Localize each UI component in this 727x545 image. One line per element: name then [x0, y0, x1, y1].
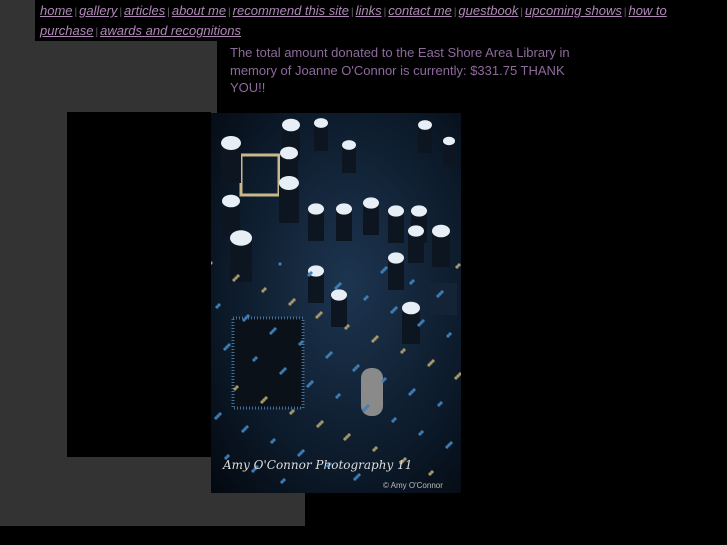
circuit-board-photo: Amy O'Connor Photography 11 © Amy O'Conn… [209, 113, 462, 493]
solder-pad [371, 339, 375, 343]
solder-pad [353, 477, 357, 481]
solder-pad [437, 403, 441, 407]
solder-pad [418, 432, 422, 436]
capacitor-top [388, 252, 404, 264]
nav-separator: | [74, 7, 78, 18]
solder-pad [252, 358, 256, 362]
solder-pad [352, 368, 356, 372]
nav-link-upcoming-shows[interactable]: upcoming shows [525, 3, 622, 18]
solder-pad [289, 411, 293, 415]
solder-pad [306, 384, 310, 388]
solder-pad [335, 395, 339, 399]
capacitor-top [418, 120, 432, 130]
solder-pad [445, 445, 449, 449]
nav-link-about-me[interactable]: about me [172, 3, 226, 18]
solder-pad [362, 408, 366, 412]
capacitor-top [221, 136, 241, 150]
nav-link-gallery[interactable]: gallery [79, 3, 117, 18]
solder-pad [307, 273, 311, 277]
solder-pad [409, 281, 413, 285]
solder-pad [315, 315, 319, 319]
capacitor-top [314, 118, 328, 128]
capacitor-top [222, 194, 240, 208]
capacitor-top [308, 203, 324, 215]
photo-signature: Amy O'Connor Photography 11 [222, 458, 412, 472]
solder-pad [232, 278, 236, 282]
capacitor-top [336, 203, 352, 215]
nav-separator: | [383, 7, 387, 18]
nav-link-articles[interactable]: articles [124, 3, 165, 18]
solder-pad [428, 472, 432, 476]
solder-pad [325, 355, 329, 359]
capacitor-top [432, 224, 450, 238]
capacitor-top [443, 136, 455, 146]
nav-link-links[interactable]: links [356, 3, 382, 18]
nav-link-recommend-this-site[interactable]: recommend this site [233, 3, 349, 18]
capacitor-top [388, 205, 404, 217]
solder-pad [381, 379, 385, 383]
capacitor-top [282, 118, 300, 132]
solder-pad [363, 297, 367, 301]
nav-separator: | [167, 7, 170, 18]
solder-pad [242, 318, 246, 322]
solder-pad [455, 265, 459, 269]
solder-pad [278, 262, 282, 266]
solder-pad [400, 350, 404, 354]
nav-separator: | [350, 7, 354, 18]
solder-pad [269, 331, 273, 335]
solder-pad [343, 437, 347, 441]
solder-pad [261, 289, 265, 293]
solder-pad [334, 286, 338, 290]
capacitor-top [342, 140, 356, 150]
solder-pad [417, 323, 421, 327]
nav-separator: | [623, 7, 627, 18]
solder-pad [241, 429, 245, 433]
solder-pad [298, 342, 302, 346]
solder-pad [391, 419, 395, 423]
capacitor-top [280, 146, 298, 160]
nav-link-home[interactable]: home [40, 3, 73, 18]
solder-pad [408, 392, 412, 396]
capacitor-top [411, 205, 427, 217]
solder-pad [270, 440, 274, 444]
solder-pad [280, 480, 284, 484]
solder-pad [223, 347, 227, 351]
solder-pad [454, 376, 458, 380]
solder-pad [316, 424, 320, 428]
capacitor-top [230, 230, 252, 246]
solder-pad [427, 363, 431, 367]
solder-pad [446, 334, 450, 338]
nav-separator: | [228, 7, 231, 18]
photo-copyright: © Amy O'Connor [383, 481, 443, 490]
solder-pad [288, 302, 292, 306]
solder-pad [380, 270, 384, 274]
capacitor-top [363, 197, 379, 209]
main-nav: home | gallery | articles | about me | recommend… [35, 0, 727, 41]
nav-separator: | [520, 7, 524, 18]
nav-separator: | [95, 27, 99, 38]
donation-message: The total amount donated to the East Sho… [230, 45, 570, 95]
solder-pad [390, 310, 394, 314]
solder-pad [233, 387, 237, 391]
nav-link-awards-and-recognitions[interactable]: awards and recognitions [100, 23, 241, 38]
solder-pad [214, 416, 218, 420]
solder-pad [344, 326, 348, 330]
capacitor-top [279, 176, 299, 190]
solder-pad [260, 400, 264, 404]
solder-pad [279, 371, 283, 375]
nav-separator: | [119, 7, 123, 18]
capacitor-top [402, 301, 420, 315]
solder-pad [436, 294, 440, 298]
capacitor-top [331, 289, 347, 301]
solder-pad [297, 453, 301, 457]
nav-separator: | [453, 7, 457, 18]
black-frame [67, 112, 211, 457]
capacitor-top [408, 225, 424, 237]
solder-pad [372, 448, 376, 452]
nav-link-contact-me[interactable]: contact me [388, 3, 452, 18]
solder-pad [215, 305, 219, 309]
nav-link-guestbook[interactable]: guestbook [458, 3, 518, 18]
